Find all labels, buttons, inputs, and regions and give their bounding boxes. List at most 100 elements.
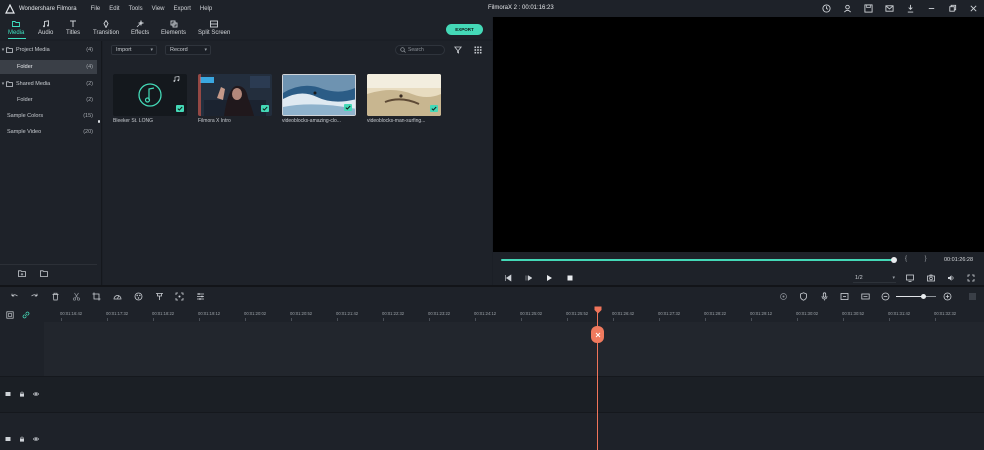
color-icon[interactable]: [134, 292, 143, 301]
play-icon[interactable]: [545, 274, 553, 282]
video-track-main[interactable]: [44, 322, 984, 376]
media-thumbnail-audio[interactable]: [113, 74, 187, 116]
text-t-icon: [70, 20, 77, 27]
menu-export[interactable]: Export: [174, 6, 191, 12]
media-thumbnail-video[interactable]: [282, 74, 356, 116]
record-dropdown[interactable]: Record ▾: [165, 45, 211, 55]
delete-icon[interactable]: [51, 292, 60, 301]
freeze-frame-icon[interactable]: [175, 292, 184, 301]
voiceover-icon[interactable]: [840, 292, 849, 301]
audio-track-1[interactable]: [0, 412, 984, 450]
search-input[interactable]: Search: [395, 45, 445, 55]
clock-icon[interactable]: [821, 3, 831, 13]
library-item-sample-colors[interactable]: Sample Colors (15): [0, 109, 97, 123]
media-panel: Import ▾ Record ▾ Search Bleeker St. LON…: [103, 41, 492, 285]
ruler-tick-label: 00:01:18:22: [152, 311, 175, 316]
monitor-icon[interactable]: [906, 274, 914, 282]
filter-icon[interactable]: [454, 46, 462, 54]
restore-icon[interactable]: [947, 3, 957, 13]
stop-icon[interactable]: [566, 274, 574, 282]
menu-view[interactable]: View: [152, 6, 165, 12]
tab-split-screen[interactable]: Split Screen: [198, 20, 230, 36]
close-icon[interactable]: [968, 3, 978, 13]
tab-elements[interactable]: Elements: [161, 20, 186, 36]
undo-icon[interactable]: [10, 292, 19, 301]
snapshot-icon[interactable]: [927, 274, 935, 282]
preview-progress-handle[interactable]: [891, 257, 897, 263]
tab-titles[interactable]: Titles: [66, 20, 80, 36]
library-item-label: Folder: [17, 97, 33, 103]
import-dropdown[interactable]: Import ▾: [111, 45, 157, 55]
new-folder-icon[interactable]: [18, 270, 26, 277]
crop-icon[interactable]: [92, 292, 101, 301]
render-icon[interactable]: [779, 292, 788, 301]
library-item-shared-media[interactable]: ▾ Shared Media (2): [0, 77, 97, 91]
add-track-icon[interactable]: [6, 311, 14, 319]
ruler-tick: [475, 318, 476, 321]
split-icon[interactable]: [72, 292, 81, 301]
save-icon[interactable]: [863, 3, 873, 13]
tab-effects[interactable]: Effects: [131, 20, 149, 36]
ruler-tick: [61, 318, 62, 321]
subtitle-icon[interactable]: [861, 292, 870, 301]
ruler-tick-label: 00:01:20:52: [290, 311, 313, 316]
eye-icon[interactable]: [33, 436, 39, 442]
ruler-tick-label: 00:01:21:42: [336, 311, 359, 316]
zoom-in-icon[interactable]: [943, 292, 952, 301]
volume-icon[interactable]: [947, 274, 955, 282]
library-item-project-media[interactable]: ▾ Project Media (4): [0, 43, 97, 57]
rewind-icon[interactable]: [525, 274, 533, 282]
library-item-shared-folder[interactable]: Folder (2): [0, 93, 97, 107]
lock-icon[interactable]: [19, 391, 25, 397]
menu-help[interactable]: Help: [200, 6, 212, 12]
app-name: Wondershare Filmora: [19, 5, 77, 12]
search-icon: [400, 47, 406, 53]
panel-collapse-handle[interactable]: [98, 120, 100, 123]
effects-icon: [136, 20, 145, 28]
menu-tools[interactable]: Tools: [129, 6, 143, 12]
library-item-label: Sample Colors: [7, 113, 44, 119]
step-back-icon[interactable]: [504, 274, 512, 282]
toggle-panel-icon[interactable]: [968, 292, 977, 301]
preview-quality-dropdown[interactable]: 1/2 ▾: [853, 273, 896, 283]
menu-file[interactable]: File: [91, 6, 101, 12]
library-item-count: (15): [83, 113, 93, 119]
speed-icon[interactable]: [113, 292, 122, 301]
mail-icon[interactable]: [884, 3, 894, 13]
zoom-slider-handle[interactable]: [921, 294, 926, 299]
ruler-tick-label: 00:01:29:12: [750, 311, 773, 316]
library-item-folder[interactable]: Folder (4): [0, 60, 97, 74]
preview-progress-bar[interactable]: [501, 259, 895, 261]
grid-view-icon[interactable]: [474, 46, 482, 54]
export-button[interactable]: EXPORT: [446, 24, 483, 35]
minimize-icon[interactable]: [926, 3, 936, 13]
download-icon[interactable]: [905, 3, 915, 13]
media-thumbnail-video[interactable]: [198, 74, 272, 116]
playhead-handle[interactable]: [591, 326, 604, 343]
tab-media[interactable]: Media: [8, 20, 24, 36]
audio-adjust-icon[interactable]: [196, 292, 205, 301]
shield-icon[interactable]: [799, 292, 808, 301]
tab-transition[interactable]: Transition: [93, 20, 119, 36]
playhead-marker[interactable]: [594, 306, 602, 314]
library-item-sample-video[interactable]: Sample Video (20): [0, 125, 97, 139]
menu-edit[interactable]: Edit: [109, 6, 119, 12]
redo-icon[interactable]: [30, 292, 39, 301]
media-thumbnail-video[interactable]: [367, 74, 441, 116]
fullscreen-icon[interactable]: [967, 274, 975, 282]
video-track-1[interactable]: [0, 376, 984, 412]
tab-audio[interactable]: Audio: [38, 20, 53, 36]
preview-quality-value: 1/2: [855, 274, 863, 281]
microphone-icon[interactable]: [820, 292, 829, 301]
green-screen-icon[interactable]: [155, 292, 164, 301]
zoom-out-icon[interactable]: [881, 292, 890, 301]
ruler-tick: [659, 318, 660, 321]
link-icon[interactable]: [22, 311, 30, 319]
eye-icon[interactable]: [33, 391, 39, 397]
ruler-tick: [199, 318, 200, 321]
folder-icon[interactable]: [40, 270, 48, 277]
user-icon[interactable]: [842, 3, 852, 13]
in-out-markers[interactable]: { }: [905, 256, 935, 262]
lock-icon[interactable]: [19, 436, 25, 442]
library-item-label: Project Media: [16, 47, 50, 53]
